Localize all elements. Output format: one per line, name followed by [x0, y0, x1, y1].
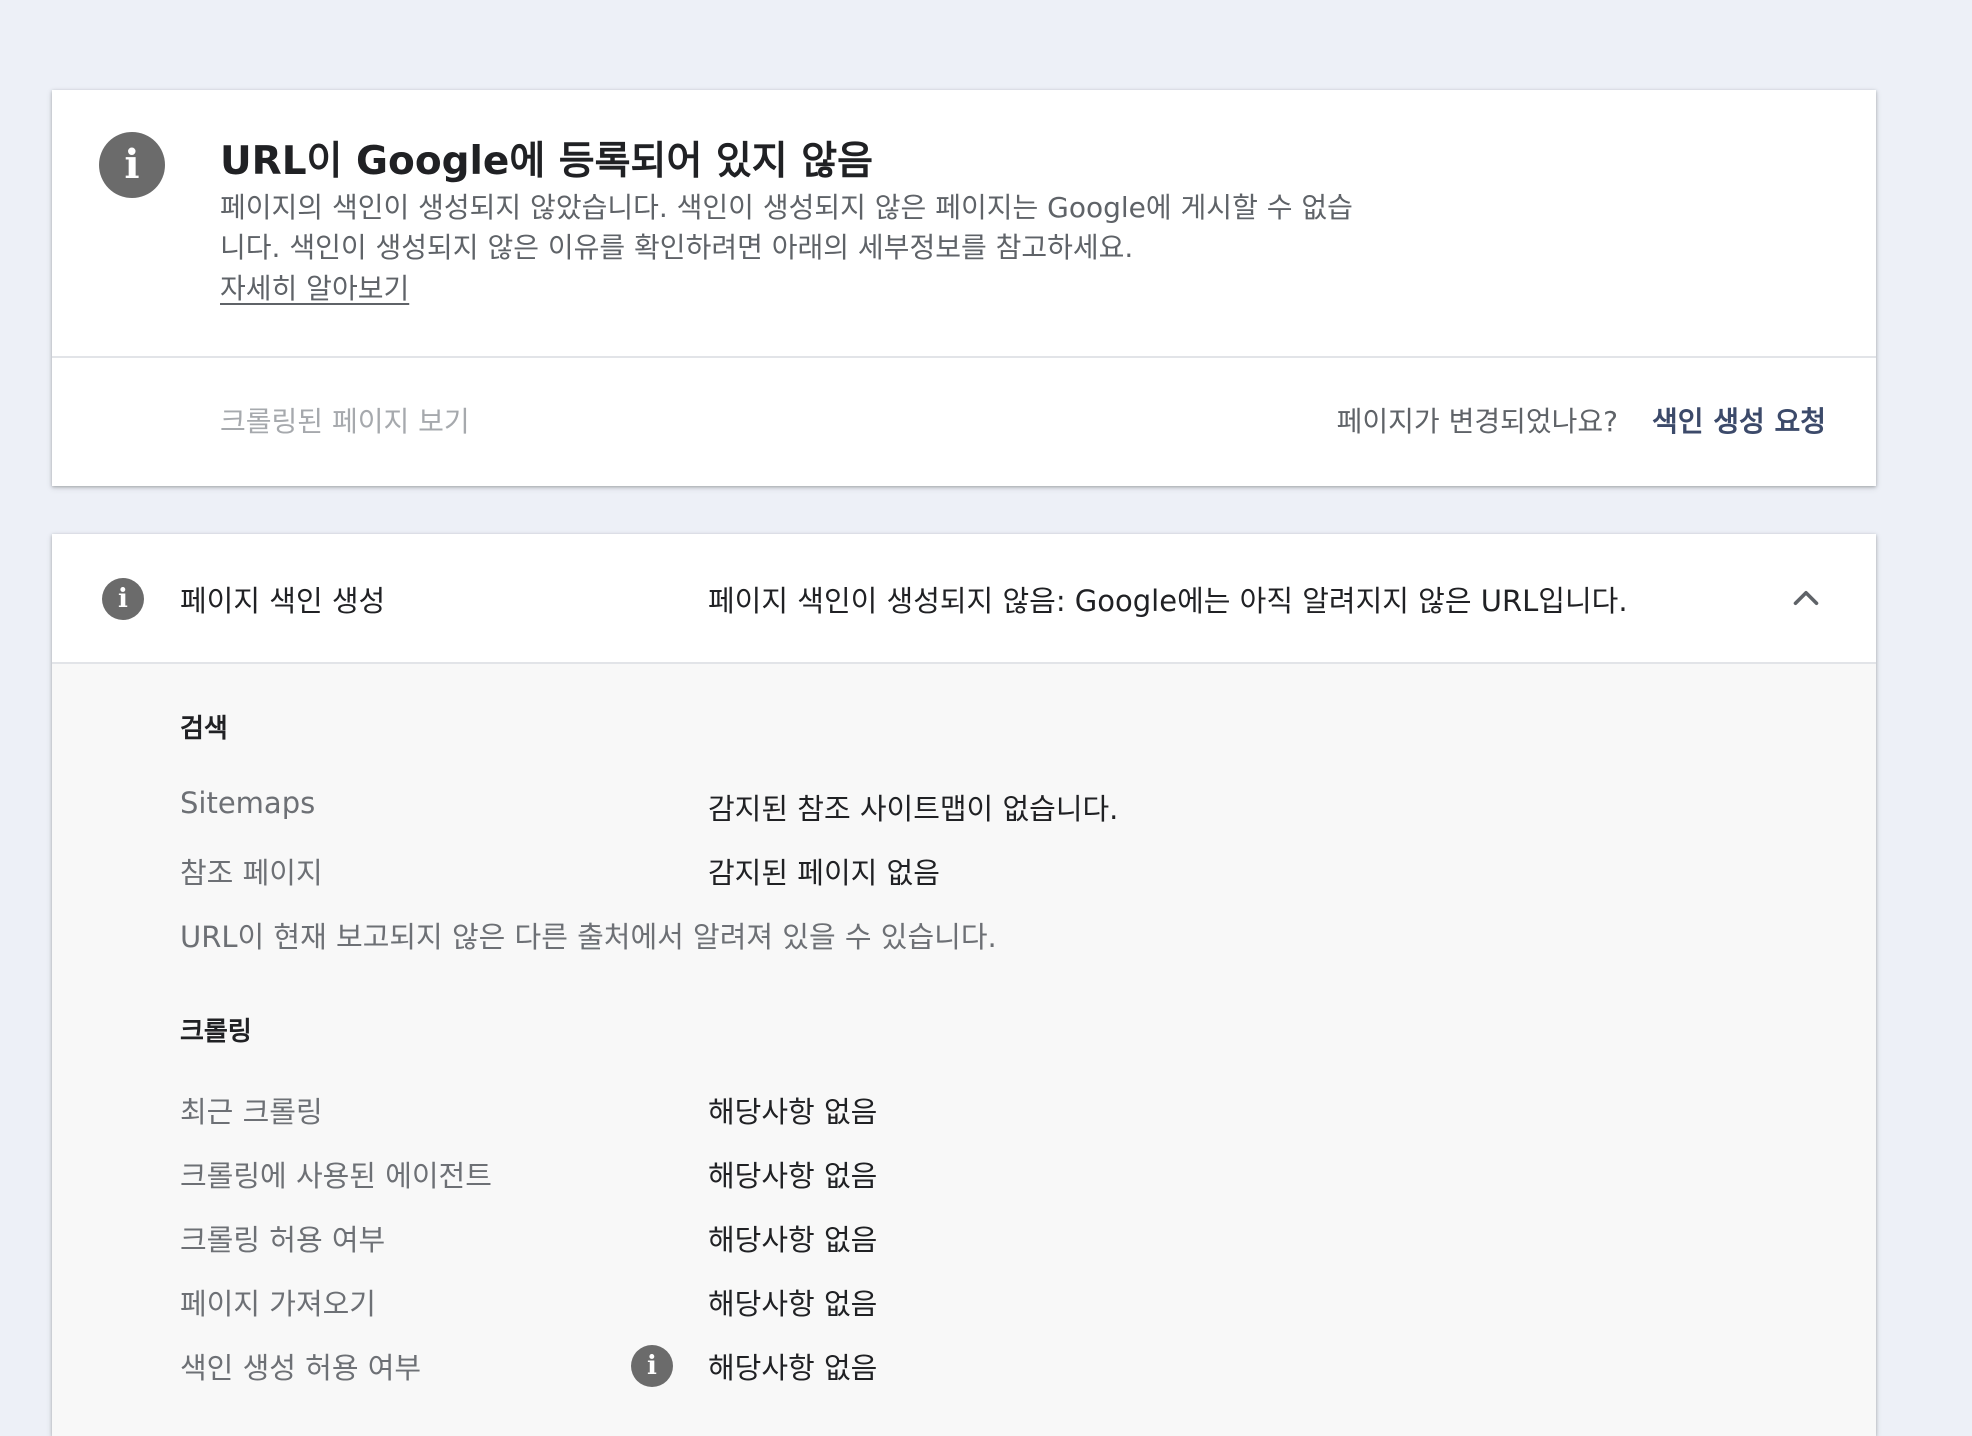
page-indexing-label: 페이지 색인 생성 — [180, 584, 386, 618]
indexing-allowed-label: 색인 생성 허용 여부 — [180, 1351, 422, 1385]
page-fetch-value: 해당사항 없음 — [708, 1287, 878, 1321]
info-icon: i — [102, 578, 144, 620]
crawled-as-label: 크롤링에 사용된 에이전트 — [180, 1159, 492, 1193]
referring-page-label: 참조 페이지 — [180, 856, 323, 890]
referring-page-value: 감지된 페이지 없음 — [708, 856, 940, 890]
status-description: 페이지의 색인이 생성되지 않았습니다. 색인이 생성되지 않은 페이지는 Go… — [220, 191, 1353, 264]
page-indexing-header[interactable]: i 페이지 색인 생성 페이지 색인이 생성되지 않음: Google에는 아직… — [52, 534, 1876, 664]
crawled-as-value: 해당사항 없음 — [708, 1159, 878, 1193]
learn-more-link[interactable]: 자세히 알아보기 — [220, 267, 409, 307]
page-indexing-card: i 페이지 색인 생성 페이지 색인이 생성되지 않음: Google에는 아직… — [52, 534, 1876, 1436]
indexing-allowed-value: 해당사항 없음 — [708, 1351, 878, 1385]
page-changed-question: 페이지가 변경되었나요? — [1336, 405, 1618, 438]
sitemaps-label: Sitemaps — [180, 786, 316, 820]
page-fetch-label: 페이지 가져오기 — [180, 1287, 376, 1321]
discovery-heading: 검색 — [180, 714, 228, 744]
url-status-card: i URL이 Google에 등록되어 있지 않음 페이지의 색인이 생성되지 … — [52, 90, 1876, 486]
request-indexing-button[interactable]: 색인 생성 요청 — [1652, 400, 1826, 440]
info-icon[interactable]: i — [631, 1345, 673, 1387]
page-indexing-status: 페이지 색인이 생성되지 않음: Google에는 아직 알려지지 않은 URL… — [708, 584, 1628, 618]
chevron-up-icon[interactable] — [1788, 580, 1824, 616]
crawl-heading: 크롤링 — [180, 1017, 252, 1047]
sitemaps-value: 감지된 참조 사이트맵이 없습니다. — [708, 792, 1119, 826]
view-crawled-page-button[interactable]: 크롤링된 페이지 보기 — [220, 400, 470, 440]
crawl-allowed-label: 크롤링 허용 여부 — [180, 1223, 386, 1257]
last-crawl-label: 최근 크롤링 — [180, 1095, 323, 1129]
status-title: URL이 Google에 등록되어 있지 않음 — [220, 139, 873, 184]
discovery-note: URL이 현재 보고되지 않은 다른 출처에서 알려져 있을 수 있습니다. — [180, 920, 997, 954]
last-crawl-value: 해당사항 없음 — [708, 1095, 878, 1129]
crawl-allowed-value: 해당사항 없음 — [708, 1223, 878, 1257]
page-indexing-details: 검색 Sitemaps 감지된 참조 사이트맵이 없습니다. 참조 페이지 감지… — [52, 664, 1876, 1436]
info-icon: i — [99, 132, 165, 198]
divider — [52, 356, 1876, 358]
